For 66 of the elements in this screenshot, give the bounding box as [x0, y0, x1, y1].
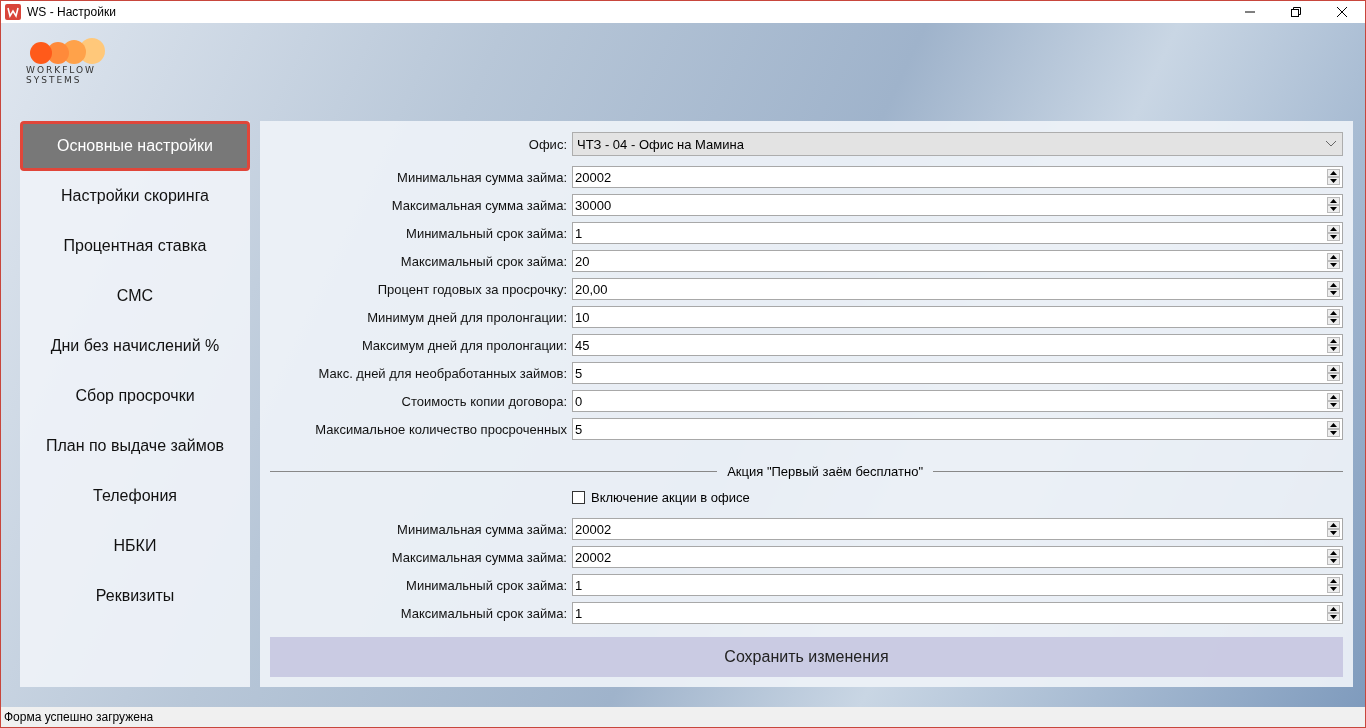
- office-dropdown[interactable]: ЧТЗ - 04 - Офис на Мамина: [572, 132, 1343, 156]
- sidebar-item[interactable]: Дни без начислений %: [20, 321, 250, 371]
- sidebar-item[interactable]: План по выдаче займов: [20, 421, 250, 471]
- spin-down-button[interactable]: [1327, 557, 1340, 565]
- checkbox[interactable]: [572, 490, 585, 504]
- spin-down-button[interactable]: [1327, 261, 1340, 269]
- chevron-down-icon: [1326, 141, 1336, 147]
- spin-down-button[interactable]: [1327, 529, 1340, 537]
- number-input[interactable]: 20002: [572, 166, 1343, 188]
- sidebar-item[interactable]: Телефония: [20, 471, 250, 521]
- close-icon: [1337, 7, 1347, 17]
- window-title: WS - Настройки: [27, 5, 117, 19]
- field-label: Максимальная сумма займа:: [390, 549, 567, 565]
- field-label: Минимальная сумма займа:: [396, 169, 567, 185]
- spin-down-button[interactable]: [1327, 401, 1340, 409]
- number-input[interactable]: 1: [572, 602, 1343, 624]
- spin-down-button[interactable]: [1327, 373, 1340, 381]
- logo-text: SYSTEMS: [26, 75, 83, 85]
- field-label: Минимальный срок займа:: [405, 225, 567, 241]
- logo-text: WORKFLOW: [26, 65, 97, 75]
- spin-down-button[interactable]: [1327, 345, 1340, 353]
- field-label: Минимальная сумма займа:: [396, 521, 567, 537]
- maximize-icon: [1291, 7, 1301, 17]
- sidebar-item[interactable]: СМС: [20, 271, 250, 321]
- number-input[interactable]: 1: [572, 222, 1343, 244]
- field-label: Офис:: [527, 136, 567, 152]
- number-input[interactable]: 10: [572, 306, 1343, 328]
- field-label: Максимальный срок займа:: [399, 253, 567, 269]
- number-input[interactable]: 20002: [572, 546, 1343, 568]
- number-input[interactable]: 1: [572, 574, 1343, 596]
- number-input[interactable]: 20: [572, 250, 1343, 272]
- spin-down-button[interactable]: [1327, 429, 1340, 437]
- field-label: Минимальный срок займа:: [405, 577, 567, 593]
- spin-down-button[interactable]: [1327, 205, 1340, 213]
- number-input[interactable]: 5: [572, 362, 1343, 384]
- checkbox-label: Включение акции в офисе: [591, 489, 750, 505]
- section-title: Акция "Первый заём бесплатно": [727, 463, 923, 479]
- field-label: Минимум дней для пролонгации:: [366, 309, 567, 325]
- field-label: Максимальная сумма займа:: [390, 197, 567, 213]
- sidebar-item[interactable]: Сбор просрочки: [20, 371, 250, 421]
- spin-down-button[interactable]: [1327, 585, 1340, 593]
- app-icon: [5, 4, 21, 20]
- spin-down-button[interactable]: [1327, 233, 1340, 241]
- number-input[interactable]: 0: [572, 390, 1343, 412]
- save-button[interactable]: Сохранить изменения: [270, 637, 1343, 677]
- field-label: Максимальное количество просроченных: [314, 421, 567, 437]
- sidebar-item[interactable]: Настройки скоринга: [20, 171, 250, 221]
- field-label: Максимум дней для пролонгации:: [360, 337, 567, 353]
- spin-down-button[interactable]: [1327, 613, 1340, 621]
- field-label: Максимальный срок займа:: [399, 605, 567, 621]
- number-input[interactable]: 5: [572, 418, 1343, 440]
- sidebar-item[interactable]: Основные настройки: [20, 121, 250, 171]
- sidebar-item[interactable]: НБКИ: [20, 521, 250, 571]
- spin-down-button[interactable]: [1327, 317, 1340, 325]
- number-input[interactable]: 45: [572, 334, 1343, 356]
- number-input[interactable]: 20,00: [572, 278, 1343, 300]
- number-input[interactable]: 20002: [572, 518, 1343, 540]
- number-input[interactable]: 30000: [572, 194, 1343, 216]
- status-text: Форма успешно загружена: [4, 710, 154, 724]
- sidebar-item[interactable]: Процентная ставка: [20, 221, 250, 271]
- spin-down-button[interactable]: [1327, 289, 1340, 297]
- spin-down-button[interactable]: [1327, 177, 1340, 185]
- field-label: Процент годовых за просрочку:: [376, 281, 567, 297]
- sidebar-item[interactable]: Реквизиты: [20, 571, 250, 621]
- field-label: Стоимость копии договора:: [400, 393, 567, 409]
- field-label: Макс. дней для необработанных займов:: [317, 365, 567, 381]
